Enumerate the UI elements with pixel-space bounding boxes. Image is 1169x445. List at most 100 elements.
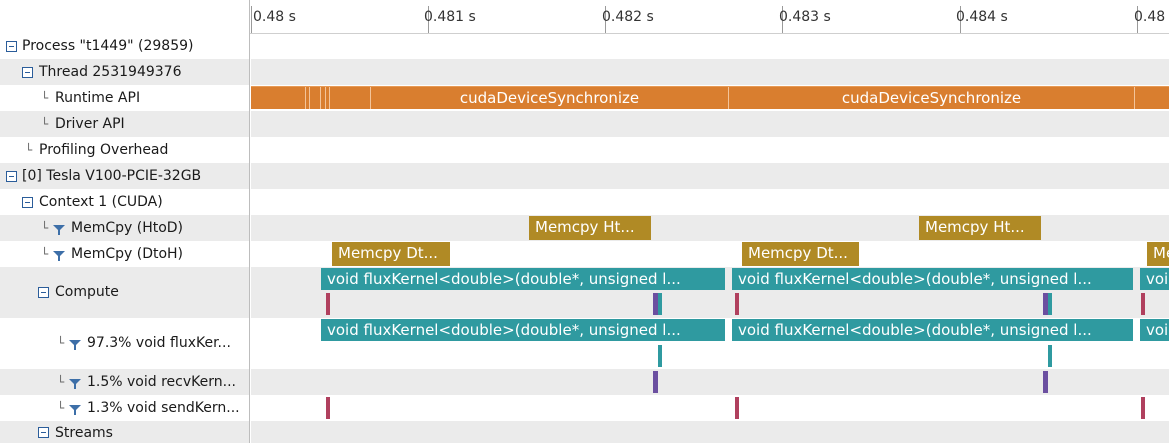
flux-kernel-marker[interactable] <box>658 345 662 367</box>
tree-label: 97.3% void fluxKer... <box>87 335 231 351</box>
memcpy-dtoh-bar[interactable]: Memcpy Dt... <box>742 242 859 266</box>
recv-kernel-marker[interactable] <box>653 371 658 393</box>
tree-connector-icon: └ <box>25 143 33 157</box>
memcpy-htod-bar[interactable]: Memcpy Ht... <box>529 216 651 240</box>
kernel-bar[interactable]: void <box>1140 268 1169 290</box>
timeline-canvas[interactable]: cudaDeviceSynchronize cudaDeviceSynchron… <box>251 33 1169 443</box>
collapse-icon[interactable] <box>22 197 33 208</box>
collapse-icon[interactable] <box>6 41 17 52</box>
tree-connector-icon: └ <box>41 117 49 131</box>
kernel-bar[interactable]: void fluxKernel<double>(double*, unsigne… <box>321 319 725 341</box>
tree-label: Runtime API <box>55 90 141 106</box>
tree-label: MemCpy (HtoD) <box>71 220 184 236</box>
tree-row-memcpy-dtoh[interactable]: └ MemCpy (DtoH) <box>0 241 250 267</box>
ruler-tick-label: 0.48 s <box>253 9 296 25</box>
timeline-row-bg <box>251 189 1169 215</box>
timeline-row-bg <box>251 111 1169 137</box>
kernel-bar[interactable]: void fluxKernel<double>(double*, unsigne… <box>321 268 725 290</box>
flux-kernel-marker[interactable] <box>658 293 662 315</box>
tree-row-streams[interactable]: Streams <box>0 421 250 443</box>
send-kernel-marker[interactable] <box>1141 397 1145 419</box>
timeline-row-bg <box>251 395 1169 421</box>
tree-row-runtime-api[interactable]: └ Runtime API <box>0 85 250 111</box>
timeline-tree: Process "t1449" (29859) Thread 253194937… <box>0 33 250 443</box>
tree-connector-icon: └ <box>41 247 49 261</box>
ruler-tick-label: 0.483 s <box>779 9 831 25</box>
tree-connector-icon: └ <box>57 401 65 415</box>
tree-row-process[interactable]: Process "t1449" (29859) <box>0 33 250 59</box>
filter-icon[interactable] <box>69 340 81 350</box>
tree-row-profiling-overhead[interactable]: └ Profiling Overhead <box>0 137 250 163</box>
memcpy-dtoh-bar[interactable]: Memcpy Dt... <box>332 242 450 266</box>
collapse-icon[interactable] <box>38 287 49 298</box>
tree-connector-icon: └ <box>41 221 49 235</box>
kernel-bar[interactable]: void <box>1140 319 1169 341</box>
kernel-bar[interactable]: void fluxKernel<double>(double*, unsigne… <box>732 319 1133 341</box>
collapse-icon[interactable] <box>6 171 17 182</box>
tree-row-kernel-recv[interactable]: └ 1.5% void recvKern... <box>0 369 250 395</box>
tree-label: Thread 2531949376 <box>39 64 182 80</box>
send-kernel-marker[interactable] <box>735 293 739 315</box>
tree-label: MemCpy (DtoH) <box>71 246 184 262</box>
ruler-tick-label: 0.482 s <box>602 9 654 25</box>
api-call-separator <box>325 87 326 109</box>
tree-row-memcpy-htod[interactable]: └ MemCpy (HtoD) <box>0 215 250 241</box>
filter-icon[interactable] <box>53 251 65 261</box>
ruler-corner <box>0 0 250 33</box>
memcpy-dtoh-bar[interactable]: Me <box>1147 242 1169 266</box>
tree-row-driver-api[interactable]: └ Driver API <box>0 111 250 137</box>
flux-kernel-marker[interactable] <box>1048 345 1052 367</box>
api-call-separator <box>320 87 321 109</box>
tree-label: Streams <box>55 425 113 441</box>
ruler-tick-label: 0.481 s <box>424 9 476 25</box>
tree-label: 1.5% void recvKern... <box>87 374 236 390</box>
send-kernel-marker[interactable] <box>1141 293 1145 315</box>
api-call-separator <box>329 87 330 109</box>
api-call-label[interactable]: cudaDeviceSynchronize <box>729 87 1134 109</box>
send-kernel-marker[interactable] <box>326 293 330 315</box>
send-kernel-marker[interactable] <box>326 397 330 419</box>
api-call-separator <box>1134 87 1135 109</box>
ruler-tick-label: 0.484 s <box>956 9 1008 25</box>
tree-row-context[interactable]: Context 1 (CUDA) <box>0 189 250 215</box>
timeline-row-bg <box>251 137 1169 163</box>
tree-row-thread[interactable]: Thread 2531949376 <box>0 59 250 85</box>
ruler-tick-label: 0.48 <box>1134 9 1166 25</box>
tree-label: Context 1 (CUDA) <box>39 194 163 210</box>
tree-label: 1.3% void sendKern... <box>87 400 240 416</box>
time-ruler[interactable]: 0.48 s 0.481 s 0.482 s 0.483 s 0.484 s 0… <box>0 0 1169 34</box>
tree-connector-icon: └ <box>57 336 65 350</box>
api-call-separator <box>309 87 310 109</box>
timeline-row-bg <box>251 369 1169 395</box>
filter-icon[interactable] <box>53 225 65 235</box>
api-call-label[interactable]: cudaDeviceSynchronize <box>371 87 728 109</box>
tree-label: Process "t1449" (29859) <box>22 38 194 54</box>
send-kernel-marker[interactable] <box>735 397 739 419</box>
timeline-row-bg <box>251 59 1169 85</box>
filter-icon[interactable] <box>69 379 81 389</box>
tree-connector-icon: └ <box>57 375 65 389</box>
tree-label: Compute <box>55 284 119 300</box>
memcpy-htod-bar[interactable]: Memcpy Ht... <box>919 216 1041 240</box>
ruler-tick <box>251 6 252 33</box>
pane-splitter[interactable] <box>249 0 250 443</box>
filter-icon[interactable] <box>69 405 81 415</box>
collapse-icon[interactable] <box>38 427 49 438</box>
tree-label: [0] Tesla V100-PCIE-32GB <box>22 168 202 184</box>
recv-kernel-marker[interactable] <box>1043 371 1048 393</box>
tree-row-kernel-send[interactable]: └ 1.3% void sendKern... <box>0 395 250 421</box>
flux-kernel-marker[interactable] <box>1048 293 1052 315</box>
tree-label: Driver API <box>55 116 125 132</box>
api-call-separator <box>305 87 306 109</box>
kernel-bar[interactable]: void fluxKernel<double>(double*, unsigne… <box>732 268 1133 290</box>
timeline-row-bg <box>251 421 1169 443</box>
tree-row-kernel-flux[interactable]: └ 97.3% void fluxKer... <box>0 318 250 369</box>
tree-row-compute[interactable]: Compute <box>0 267 250 318</box>
timeline-row-bg <box>251 163 1169 189</box>
collapse-icon[interactable] <box>22 67 33 78</box>
runtime-api-track[interactable]: cudaDeviceSynchronize cudaDeviceSynchron… <box>251 86 1169 109</box>
tree-label: Profiling Overhead <box>39 142 169 158</box>
tree-row-device[interactable]: [0] Tesla V100-PCIE-32GB <box>0 163 250 189</box>
tree-connector-icon: └ <box>41 91 49 105</box>
timeline-row-bg <box>251 33 1169 59</box>
